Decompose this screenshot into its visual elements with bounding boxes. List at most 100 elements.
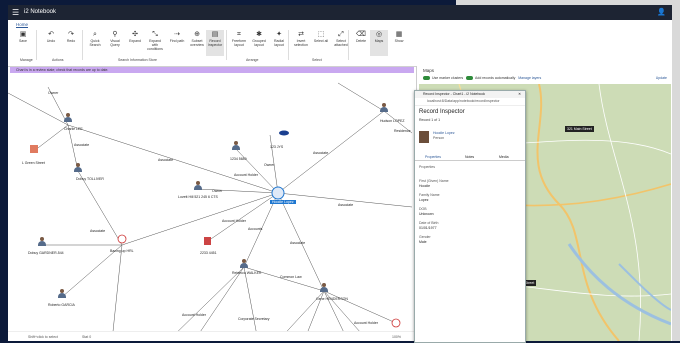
graph-label[interactable]: Corporate Secretary [238,317,270,321]
tab-properties[interactable]: Properties [425,155,441,159]
property-value: Hoodie [419,184,431,188]
notebook-window: ☰ i2 Notebook 👤 Home ▣ Save ↶ Undo ↷ Redo ⌕ Qui… [8,5,672,341]
graph-label[interactable]: Roberto GARCIA [48,303,75,307]
graph-label[interactable]: Associate [290,241,305,245]
graph-label[interactable]: 1234 5689 [230,157,247,161]
property-field: Properties [419,165,435,170]
inspector-title-bar: Record Inspector - Chart1 - i2 Notebook ✕ [415,91,525,98]
graph-label[interactable]: Rebecca WALKER [232,271,261,275]
person-node[interactable] [74,163,82,172]
graph-label[interactable]: Associate [90,229,105,233]
graph-label[interactable]: Account Holder [182,313,206,317]
app-title: i2 Notebook [24,9,57,15]
person-node[interactable] [58,289,66,298]
ribbon-button-find-path[interactable]: ⇢ Find path [168,30,186,56]
ribbon-button-maps[interactable]: ◎ Maps [370,30,388,56]
close-icon[interactable]: ✕ [518,91,521,98]
graph-label[interactable]: Lovett Hill 521 245 6 CTS [178,195,218,199]
selected-node-label[interactable]: Hoodie Lopez [270,200,296,204]
chart-surface[interactable]: Owner Charlie LEE Associate L Green Street D… [8,73,416,341]
graph-label[interactable]: L Green Street [22,161,45,165]
ribbon-group-label: Search Information Store [118,58,157,62]
ribbon-button-select-all[interactable]: ⬚ Select all [312,30,330,56]
graph-label[interactable]: Account Holder [354,321,378,325]
ribbon-button-radial-layout[interactable]: ✦ Radial layout [270,30,288,56]
record-name[interactable]: Hoodie Lopez [433,131,455,135]
graph-label[interactable]: Owner [48,91,58,95]
person-node[interactable] [232,141,240,150]
person-node[interactable] [38,237,46,246]
person-node[interactable] [194,181,202,190]
ribbon-button-label: Find path [169,39,185,43]
map-pin[interactable]: 321 Main Street [565,126,594,132]
graph-label[interactable]: Bacing up HRL [110,249,134,253]
graph-label[interactable]: 2233 4451 [200,251,217,255]
ribbon-icon: ▦ [395,31,403,38]
ribbon-button-visual-query[interactable]: ⚲ Visual Query [106,30,124,56]
graph-label[interactable]: Account Holder [234,173,258,177]
status-page: Stat 0 [82,335,92,339]
graph-label[interactable]: 123 JYS [270,145,283,149]
ribbon-button-invert-selection[interactable]: ⇄ Invert selection [292,30,310,56]
graph-label[interactable]: Associate [338,203,353,207]
update-button[interactable]: Update [656,76,667,80]
tab-home[interactable]: Home [16,22,29,28]
ribbon-button-redo[interactable]: ↷ Redo [62,30,80,56]
ribbon-button-show[interactable]: ▦ Show [390,30,408,56]
ribbon-button-undo[interactable]: ↶ Undo [42,30,60,56]
ribbon-icon: ↶ [48,31,54,38]
person-node[interactable] [240,259,248,268]
ribbon-icon: ↷ [68,31,74,38]
ribbon-button-save[interactable]: ▣ Save [14,30,32,56]
property-label: Properties [419,165,435,169]
ribbon-button-label: Save [19,39,27,43]
status-hint: Shift+click to select [28,335,58,339]
banner-text: Chart is in a review state; check that r… [16,68,109,72]
ribbon-button-freeform-layout[interactable]: ⌗ Freeform layout [230,30,248,56]
ribbon-icon: ⤡ [152,31,158,38]
graph-label[interactable]: Common Law [280,275,302,279]
person-node[interactable] [380,103,388,112]
ribbon-button-expand-with-conditions[interactable]: ⤡ Expand with conditions [146,30,164,56]
property-label: DOB [419,207,427,211]
cluster-toggle[interactable] [423,76,430,81]
ribbon-group-label: Select [312,58,322,62]
property-field: Gender Male [419,235,431,244]
ribbon-button-expand[interactable]: ✣ Expand [126,30,144,56]
graph-label[interactable]: Dobuy TOLLIVER [76,177,104,181]
ribbon-button-delete[interactable]: ⌫ Delete [352,30,370,56]
person-node[interactable] [64,113,72,122]
tab-media[interactable]: Media [499,155,509,159]
ribbon-icon: ⇄ [298,31,304,38]
ribbon-button-label: Invert selection [294,39,308,47]
title-bar: ☰ i2 Notebook 👤 [8,5,672,20]
manage-layers-link[interactable]: Manage layers [518,76,541,80]
graph-label[interactable]: Hudson LOPEZ [380,119,405,123]
graph-label[interactable]: Charlie LEE [64,127,83,131]
ribbon-button-label: Subset overview [190,39,204,47]
ribbon-button-grouped-layout[interactable]: ✱ Grouped layout [250,30,268,56]
graph-label[interactable]: Owner [264,163,274,167]
graph-label[interactable]: Account Holder [222,219,246,223]
person-node[interactable] [320,283,328,292]
tab-notes[interactable]: Notes [465,155,474,159]
graph-label[interactable]: Dobuy GARDNER-544 [28,251,64,255]
graph-label[interactable]: Accounts [248,227,262,231]
panel-title: Maps [423,68,435,73]
ribbon-button-record-inspector[interactable]: ▤ Record Inspector [206,30,224,56]
record-inspector-window: Record Inspector - Chart1 - i2 Notebook ✕… [414,90,526,343]
user-icon[interactable]: 👤 [657,8,666,16]
graph-label[interactable]: Associate [158,158,173,162]
graph-label[interactable]: Owner [212,189,222,193]
ribbon-button-subset-overview[interactable]: ⊕ Subset overview [188,30,206,56]
graph-label[interactable]: Gene HENDERSON [316,297,348,301]
address-bar[interactable]: localhost:8/Data/app/notebook/recordInsp… [415,98,525,106]
divider [226,30,227,60]
zoom-level[interactable]: 100% [392,335,401,339]
ribbon-button-quick-search[interactable]: ⌕ Quick Search [86,30,104,56]
graph-label[interactable]: Associate [313,151,328,155]
graph-label[interactable]: Associate [74,143,89,147]
graph-label[interactable]: Residence [394,129,411,133]
auto-add-toggle[interactable] [466,76,474,81]
hamburger-icon[interactable]: ☰ [12,8,19,17]
